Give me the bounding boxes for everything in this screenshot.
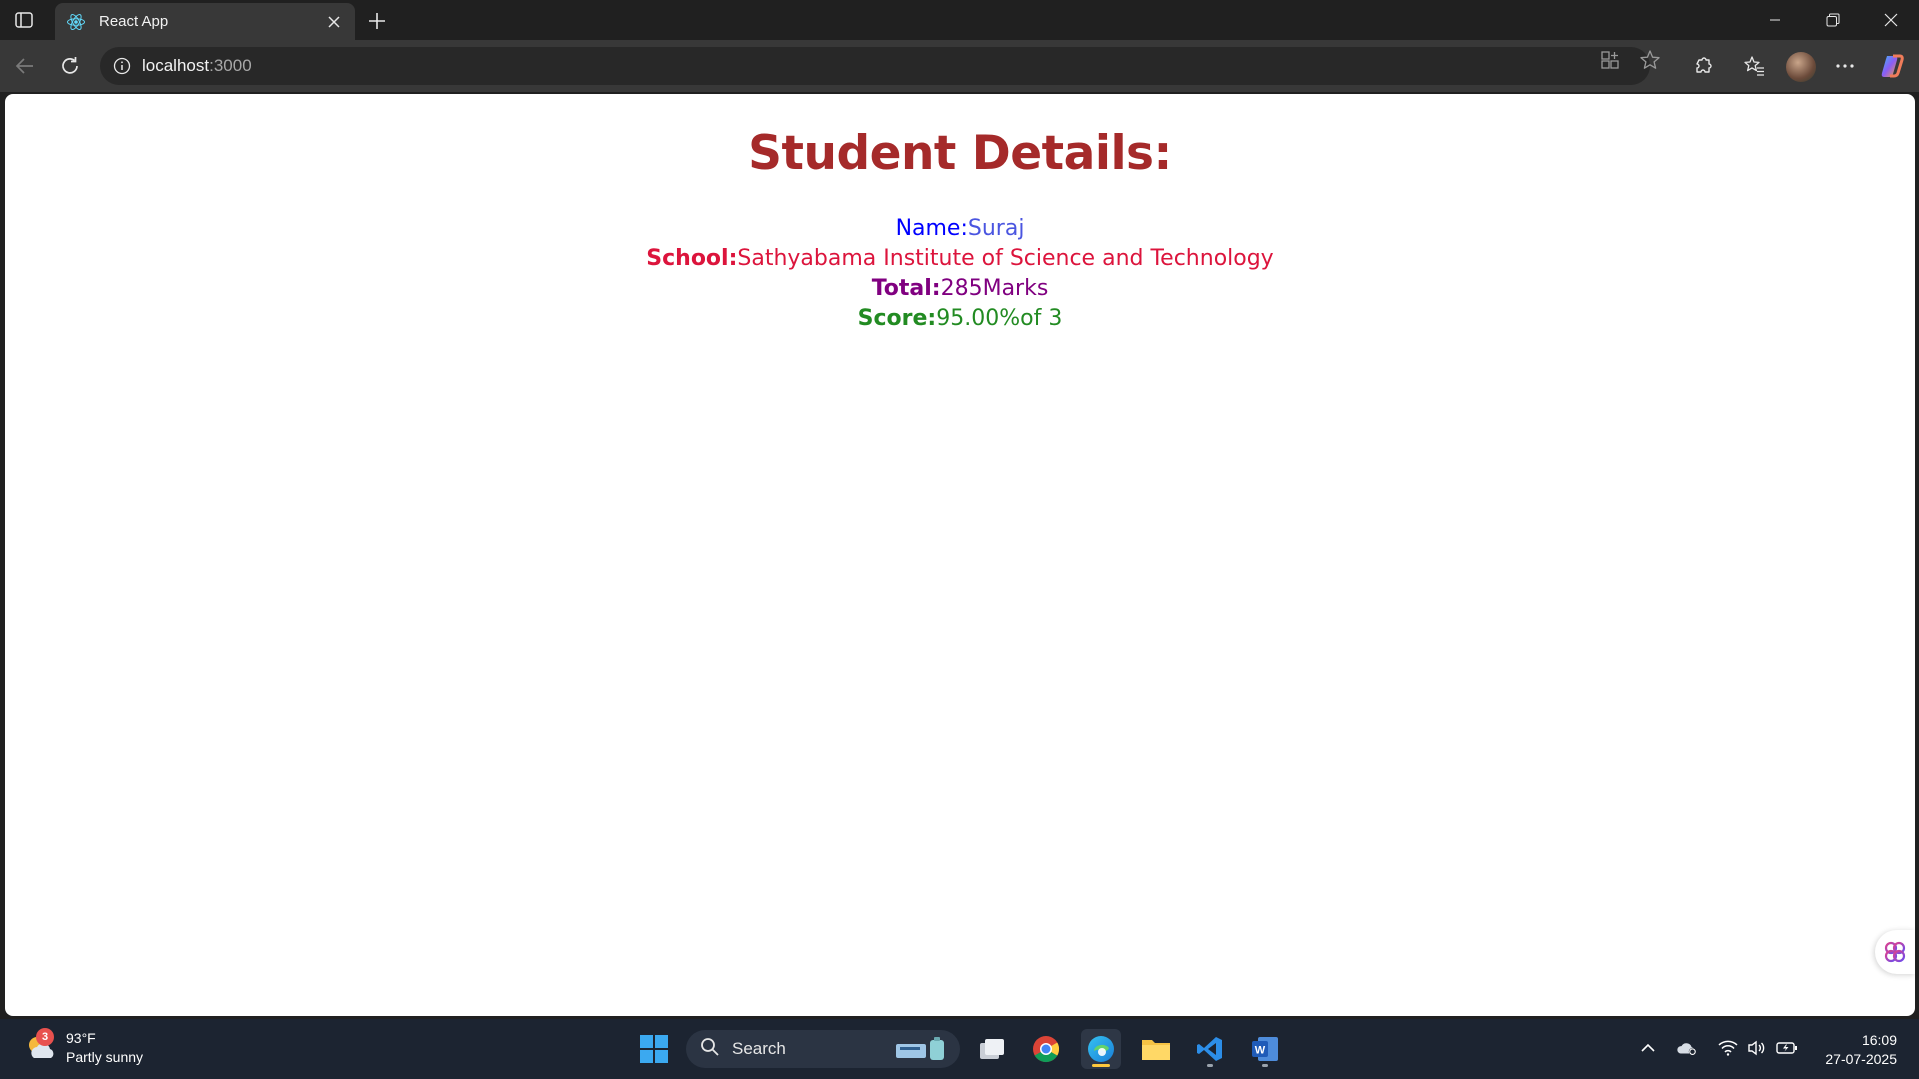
search-label: Search <box>732 1039 786 1058</box>
copilot-icon[interactable] <box>1878 52 1906 80</box>
minimize-icon[interactable] <box>1747 0 1803 40</box>
site-info-icon[interactable] <box>112 56 132 76</box>
total-label: Total: <box>871 276 941 301</box>
react-logo-icon <box>65 11 87 33</box>
word-icon[interactable]: W <box>1245 1029 1285 1069</box>
tab-bar: React App <box>0 0 1919 40</box>
total-value: 285Marks <box>940 276 1049 301</box>
url-text: localhost:3000 <box>142 56 252 76</box>
start-icon[interactable] <box>634 1029 674 1069</box>
extensions-icon[interactable] <box>1690 52 1718 80</box>
system-clock[interactable]: 16:09 27-07-2025 <box>1825 1031 1897 1069</box>
chrome-icon[interactable] <box>1026 1029 1066 1069</box>
temperature: 93°F <box>66 1030 96 1046</box>
page-heading: Student Details: <box>748 126 1172 181</box>
weather-badge: 3 <box>36 1028 54 1046</box>
school-label: School: <box>646 246 738 271</box>
close-window-icon[interactable] <box>1863 0 1919 40</box>
student-details: Name:Suraj School:Sathyabama Institute o… <box>5 214 1915 334</box>
svg-text:W: W <box>1255 1045 1266 1057</box>
clock-time: 16:09 <box>1861 1032 1897 1048</box>
battery-icon[interactable] <box>1776 1037 1798 1059</box>
more-options-icon[interactable] <box>1831 52 1859 80</box>
restore-icon[interactable] <box>1805 0 1861 40</box>
new-tab-icon[interactable] <box>364 8 390 34</box>
weather-widget[interactable]: 3 93°F Partly sunny <box>24 1028 144 1067</box>
search-icon <box>700 1037 720 1062</box>
edge-icon[interactable] <box>1081 1029 1121 1069</box>
taskbar: 3 93°F Partly sunny Search W 16:09 27-07… <box>0 1019 1919 1079</box>
close-tab-icon[interactable] <box>323 11 345 33</box>
app-available-icon[interactable] <box>1599 49 1621 71</box>
favorite-star-icon[interactable] <box>1639 49 1661 71</box>
url-port: :3000 <box>209 56 252 75</box>
task-view-icon[interactable] <box>972 1029 1012 1069</box>
search-highlight-icon <box>894 1036 950 1067</box>
tab-title: React App <box>99 13 169 30</box>
refresh-icon[interactable] <box>55 51 85 81</box>
name-label: Name: <box>895 216 968 241</box>
total-row: Total:285Marks <box>5 274 1915 304</box>
show-hidden-icons-icon[interactable] <box>1637 1037 1659 1059</box>
taskbar-search[interactable]: Search <box>686 1030 960 1068</box>
score-row: Score:95.00%of 3 <box>5 304 1915 334</box>
file-explorer-icon[interactable] <box>1136 1029 1176 1069</box>
back-icon[interactable] <box>10 51 40 81</box>
tab-actions-icon[interactable] <box>12 8 36 32</box>
profile-avatar[interactable] <box>1786 52 1816 82</box>
favorites-icon[interactable] <box>1740 52 1768 80</box>
school-value: Sathyabama Institute of Science and Tech… <box>737 246 1274 271</box>
address-bar[interactable]: localhost:3000 <box>100 47 1650 85</box>
partly-sunny-icon: 3 <box>24 1028 58 1065</box>
active-indicator <box>1092 1064 1110 1067</box>
page-viewport: Student Details: Name:Suraj School:Sathy… <box>5 94 1915 1016</box>
browser-tab[interactable]: React App <box>55 3 355 40</box>
score-value: 95.00%of 3 <box>936 306 1063 331</box>
school-row: School:Sathyabama Institute of Science a… <box>5 244 1915 274</box>
browser-toolbar: localhost:3000 <box>0 40 1919 92</box>
vscode-icon[interactable] <box>1190 1029 1230 1069</box>
running-indicator <box>1262 1064 1268 1067</box>
wifi-icon[interactable] <box>1717 1037 1739 1059</box>
onedrive-icon[interactable] <box>1676 1037 1698 1059</box>
name-row: Name:Suraj <box>5 214 1915 244</box>
url-host: localhost <box>142 56 210 75</box>
name-value: Suraj <box>967 216 1025 241</box>
weather-condition: Partly sunny <box>66 1049 144 1065</box>
clock-date: 27-07-2025 <box>1825 1051 1897 1067</box>
sidebar-toggle-icon[interactable] <box>1875 930 1915 974</box>
score-label: Score: <box>857 306 937 331</box>
volume-icon[interactable] <box>1746 1037 1768 1059</box>
running-indicator <box>1207 1064 1213 1067</box>
